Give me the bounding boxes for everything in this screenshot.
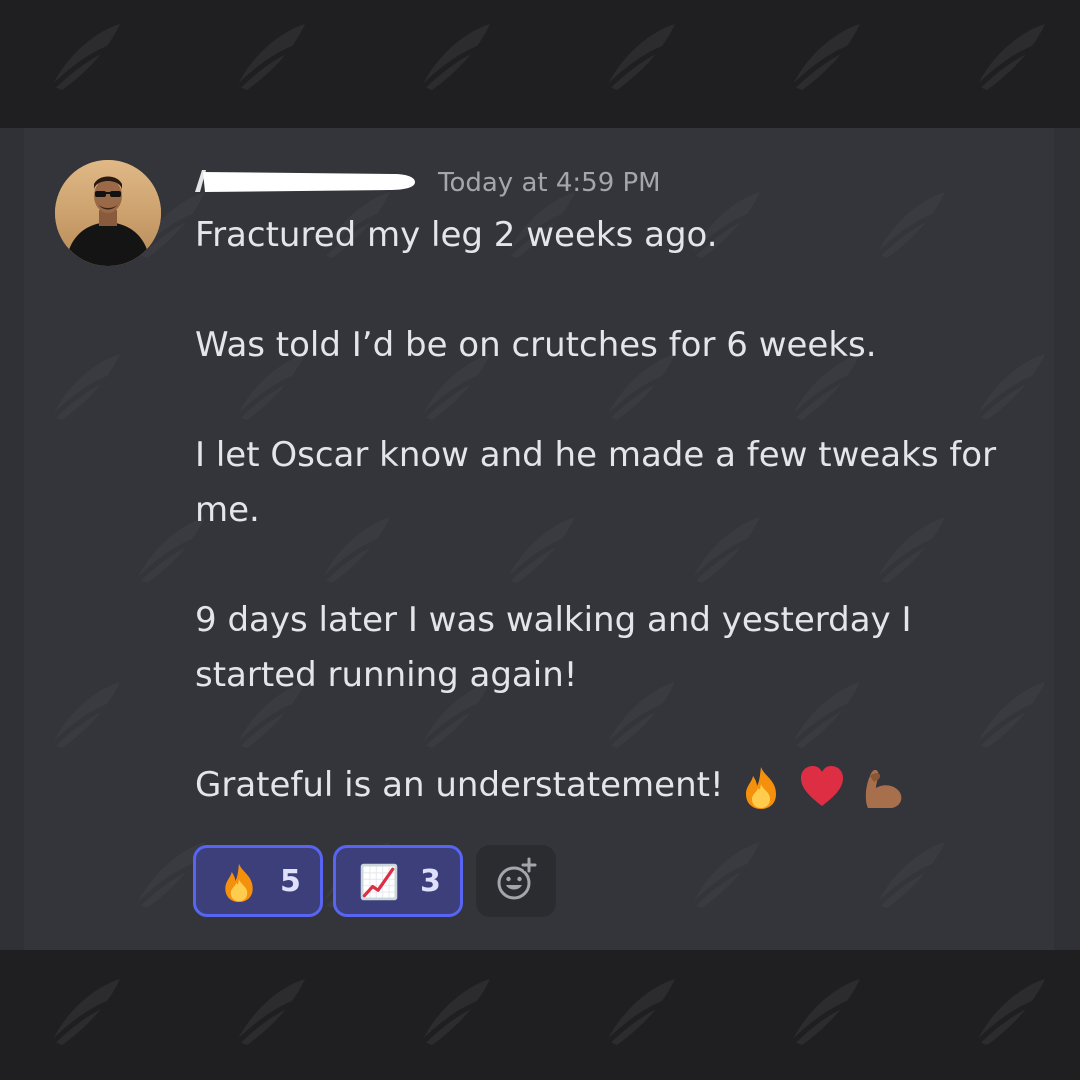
message-timestamp: Today at 4:59 PM (438, 168, 661, 198)
message-content: Fractured my leg 2 weeks ago. Was told I… (195, 208, 1035, 813)
flexed-biceps-emoji-icon (865, 769, 902, 808)
screenshot-page: Today at 4:59 PM Fractured my leg 2 week… (0, 0, 1080, 1080)
message-paragraph: Was told I’d be on crutches for 6 weeks. (195, 325, 877, 365)
message-paragraph: I let Oscar know and he made a few tweak… (195, 435, 997, 530)
add-reaction-smiley-icon (497, 857, 537, 900)
username-redacted[interactable] (193, 168, 417, 194)
message-paragraph-last: Grateful is an understatement! (195, 758, 1035, 813)
message-paragraph: Grateful is an understatement! (195, 765, 724, 805)
chart-increasing-icon (360, 863, 398, 901)
reaction-count: 3 (420, 864, 441, 899)
fire-emoji-icon (225, 863, 253, 903)
fire-emoji-icon (746, 766, 777, 809)
reaction-count: 5 (280, 864, 301, 899)
avatar-photo (55, 160, 161, 266)
red-heart-emoji-icon (801, 765, 844, 806)
message-paragraph: Fractured my leg 2 weeks ago. (195, 215, 718, 255)
avatar[interactable] (55, 160, 161, 266)
message-paragraph: 9 days later I was walking and yesterday… (195, 600, 912, 695)
reaction-chart-increasing-button[interactable]: 3 (333, 845, 463, 917)
reaction-fire-button[interactable]: 5 (193, 845, 323, 917)
add-reaction-button[interactable] (476, 845, 556, 917)
